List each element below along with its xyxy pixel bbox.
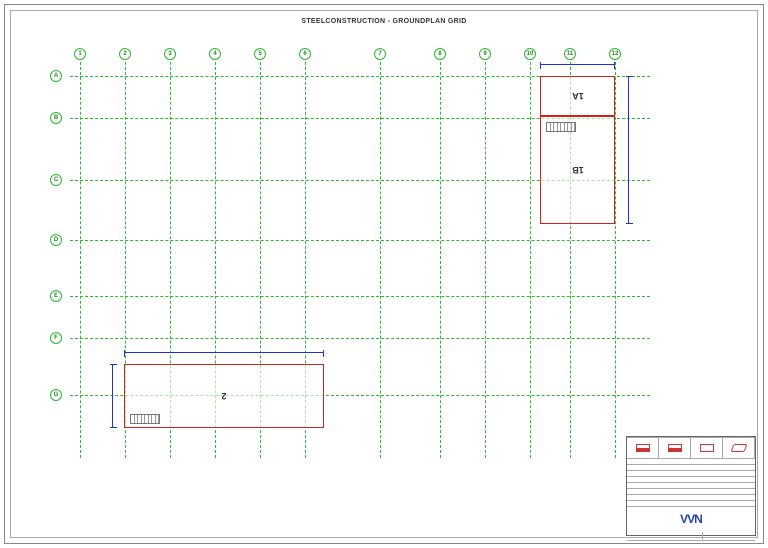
gridline-row-D [70,240,650,241]
titleblock-logo: VVN [627,507,755,531]
grid-bubble-col-5: 5 [254,48,266,60]
grid-bubble-col-9: 9 [479,48,491,60]
grid-bubble-row-E: E [50,290,62,302]
grid-bubble-row-D: D [50,234,62,246]
dimension-line-0 [540,64,615,65]
grid-bubble-row-C: C [50,174,62,186]
titleblock-info-1 [629,532,703,539]
gridline-col-12 [615,62,616,458]
gridline-col-9 [485,62,486,458]
stairs-1 [130,414,160,424]
grid-bubble-col-6: 6 [299,48,311,60]
grid-bubble-col-2: 2 [119,48,131,60]
room-label-2: 2 [221,391,226,401]
gridline-col-1 [80,62,81,458]
gridline-col-10 [530,62,531,458]
room-label-1B: 1B [572,165,584,175]
grid-bubble-row-F: F [50,332,62,344]
gridline-col-8 [440,62,441,458]
grid-bubble-col-11: 11 [564,48,576,60]
stairs-0 [546,122,576,132]
gridline-col-7 [380,62,381,458]
grid-bubble-row-G: G [50,389,62,401]
dimension-line-2 [124,352,324,353]
building-icon-2 [659,438,691,458]
title-block: VVN [626,436,756,536]
grid-bubble-col-1: 1 [74,48,86,60]
titleblock-icons-row [627,437,755,459]
dimension-line-1 [628,76,629,224]
grid-bubble-col-8: 8 [434,48,446,60]
titleblock-info-2 [703,532,753,539]
dimension-line-3 [112,364,113,428]
grid-bubble-row-B: B [50,112,62,124]
gridline-row-F [70,338,650,339]
plan-area: 123456789101112ABCDEFG1A1B2 [80,40,640,430]
room-label-1A: 1A [572,91,584,101]
building-icon [627,438,659,458]
grid-bubble-col-3: 3 [164,48,176,60]
grid-bubble-col-7: 7 [374,48,386,60]
elevation-icon [691,438,723,458]
gridline-row-E [70,296,650,297]
grid-bubble-col-4: 4 [209,48,221,60]
drawing-title: STEELCONSTRUCTION - GROUNDPLAN GRID [301,18,466,25]
grid-bubble-col-12: 12 [609,48,621,60]
grid-bubble-col-10: 10 [524,48,536,60]
section-icon [723,438,755,458]
grid-bubble-row-A: A [50,70,62,82]
